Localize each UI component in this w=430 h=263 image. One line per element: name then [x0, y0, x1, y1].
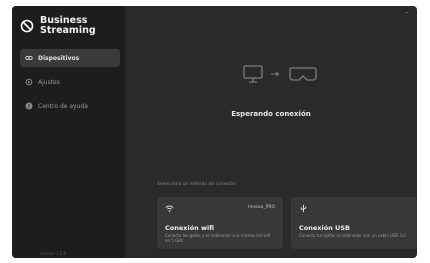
sidebar-item-label: Ajustes — [38, 78, 60, 86]
version-label: Versión 1.0.0 — [40, 251, 67, 256]
sidebar-item-help[interactable]: Centro de ayuda — [20, 97, 120, 115]
sidebar: Business Streaming Dispositivos Ajustes … — [12, 6, 125, 258]
logo-icon — [20, 19, 34, 33]
card-title: Conexión USB — [299, 224, 350, 232]
help-icon — [25, 102, 33, 110]
wifi-network-name: Innova_PRO — [248, 205, 275, 210]
connection-method-label: Selecciona un método de conexión — [157, 182, 236, 187]
vr-headset-icon — [289, 67, 317, 81]
wifi-icon — [165, 205, 174, 212]
sidebar-item-label: Dispositivos — [38, 54, 80, 62]
device-connection-illustration — [243, 64, 317, 84]
usb-icon — [300, 204, 307, 213]
gear-icon — [25, 78, 33, 86]
sidebar-item-devices[interactable]: Dispositivos — [20, 49, 120, 67]
card-description: Conecta tus gafas al ordenador con un ca… — [299, 233, 406, 238]
wifi-connection-card[interactable]: Innova_PRO Conexión wifi Conecta las gaf… — [157, 197, 283, 249]
app-title: Business Streaming — [40, 15, 96, 36]
connection-status: Esperando conexión — [231, 110, 311, 118]
sidebar-item-label: Centro de ayuda — [38, 102, 88, 110]
card-title: Conexión wifi — [165, 224, 215, 232]
app-window: Business Streaming Dispositivos Ajustes … — [12, 6, 417, 258]
usb-connection-card[interactable]: Conexión USB Conecta tus gafas al ordena… — [291, 197, 417, 249]
monitor-icon — [243, 65, 263, 83]
sidebar-item-settings[interactable]: Ajustes — [20, 73, 120, 91]
minimize-button[interactable]: – — [405, 8, 409, 17]
arrow-right-icon — [271, 71, 280, 77]
glasses-icon — [25, 54, 33, 62]
card-description: Conecta las gafas y el ordenador a la mi… — [165, 233, 271, 243]
brand: Business Streaming — [20, 16, 110, 36]
main-panel: – Esperando conexión Selecciona un métod… — [125, 6, 417, 258]
